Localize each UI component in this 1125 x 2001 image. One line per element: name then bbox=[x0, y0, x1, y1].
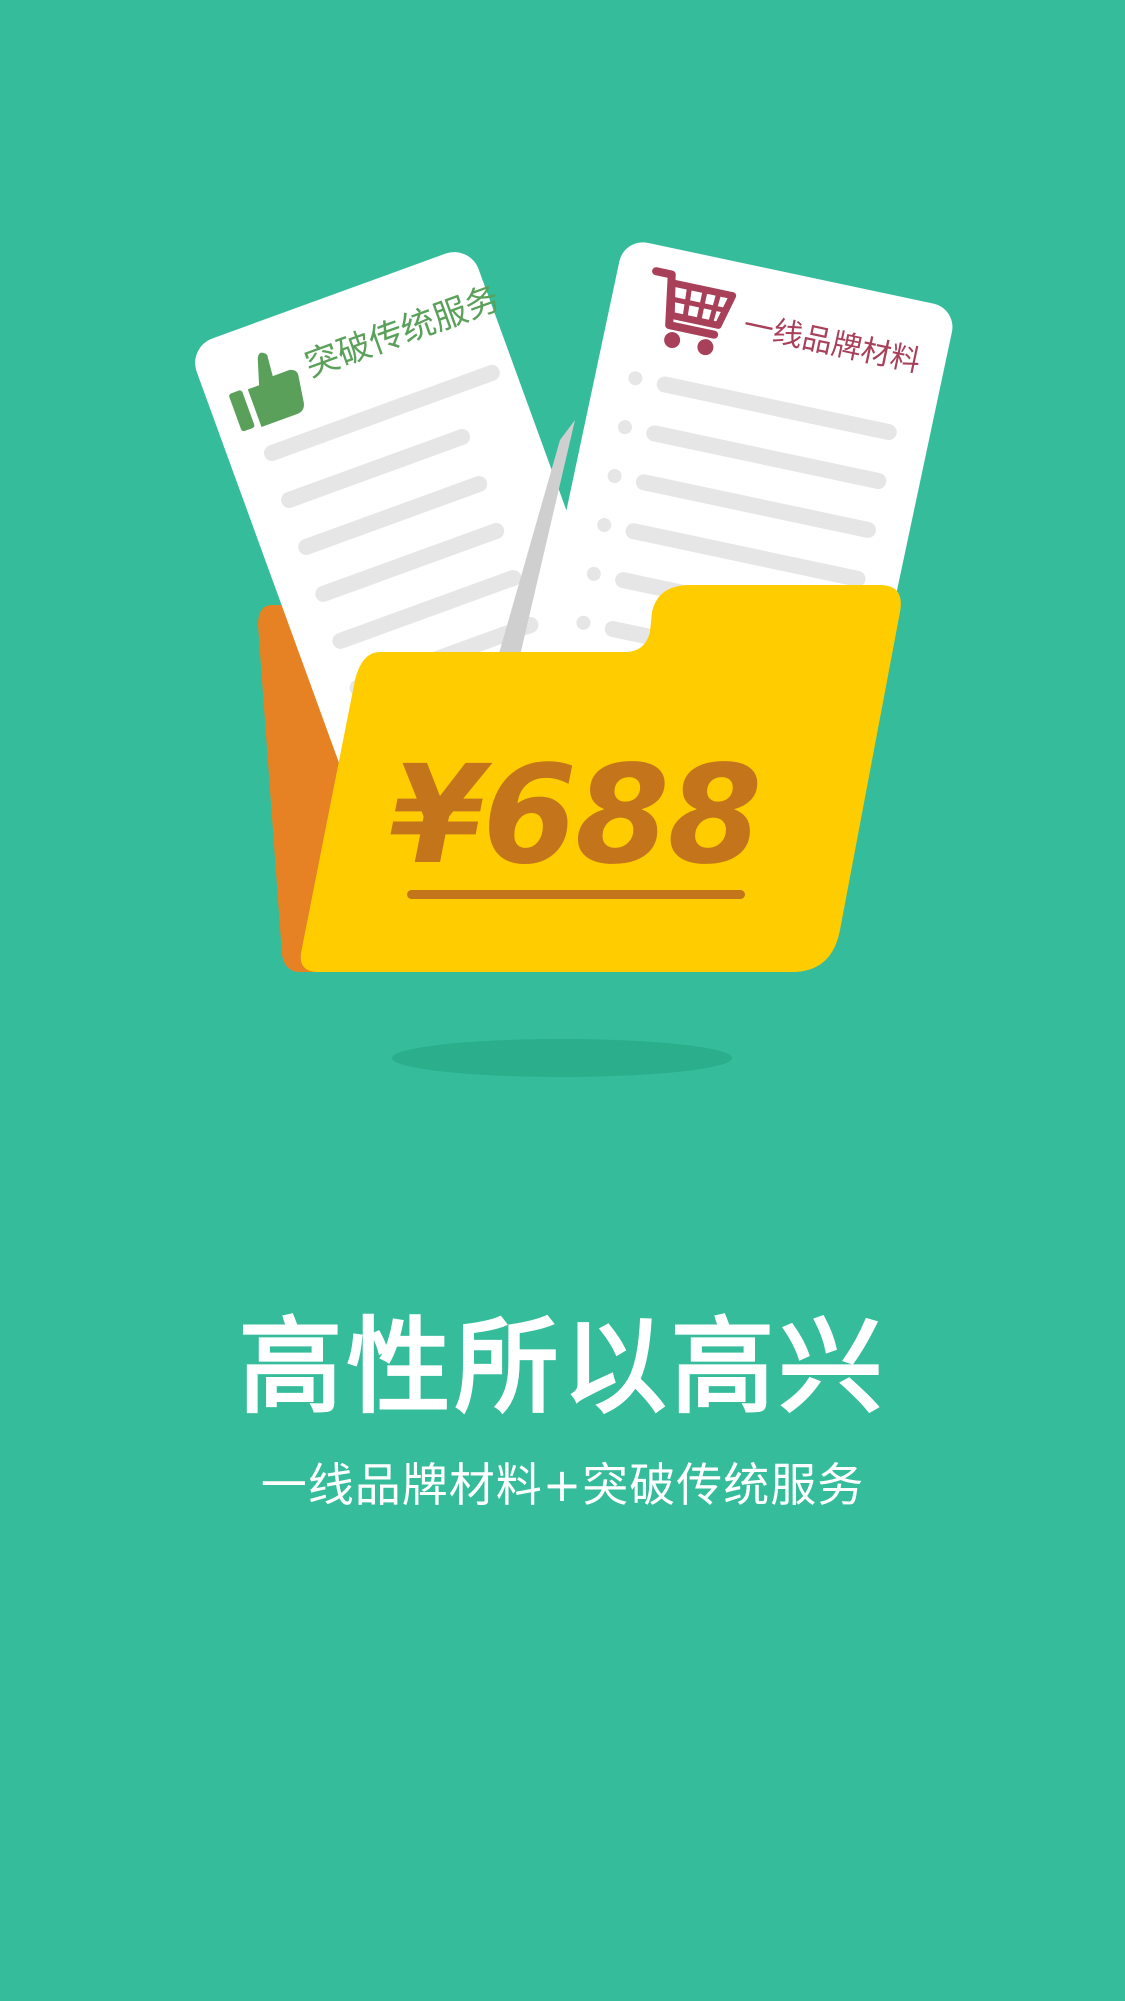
splash-screen: 突破传统服务 一线品牌材料 ¥688 高性所以高兴 一线品牌材料+突破传统服务 bbox=[0, 0, 1125, 2001]
promo-illustration: 突破传统服务 一线品牌材料 ¥688 bbox=[195, 242, 953, 1077]
price-underline bbox=[407, 890, 745, 899]
price-label: ¥688 bbox=[390, 737, 761, 895]
headline: 高性所以高兴 bbox=[238, 1306, 887, 1428]
subline: 一线品牌材料+突破传统服务 bbox=[260, 1458, 865, 1512]
folder-shadow bbox=[392, 1039, 732, 1077]
